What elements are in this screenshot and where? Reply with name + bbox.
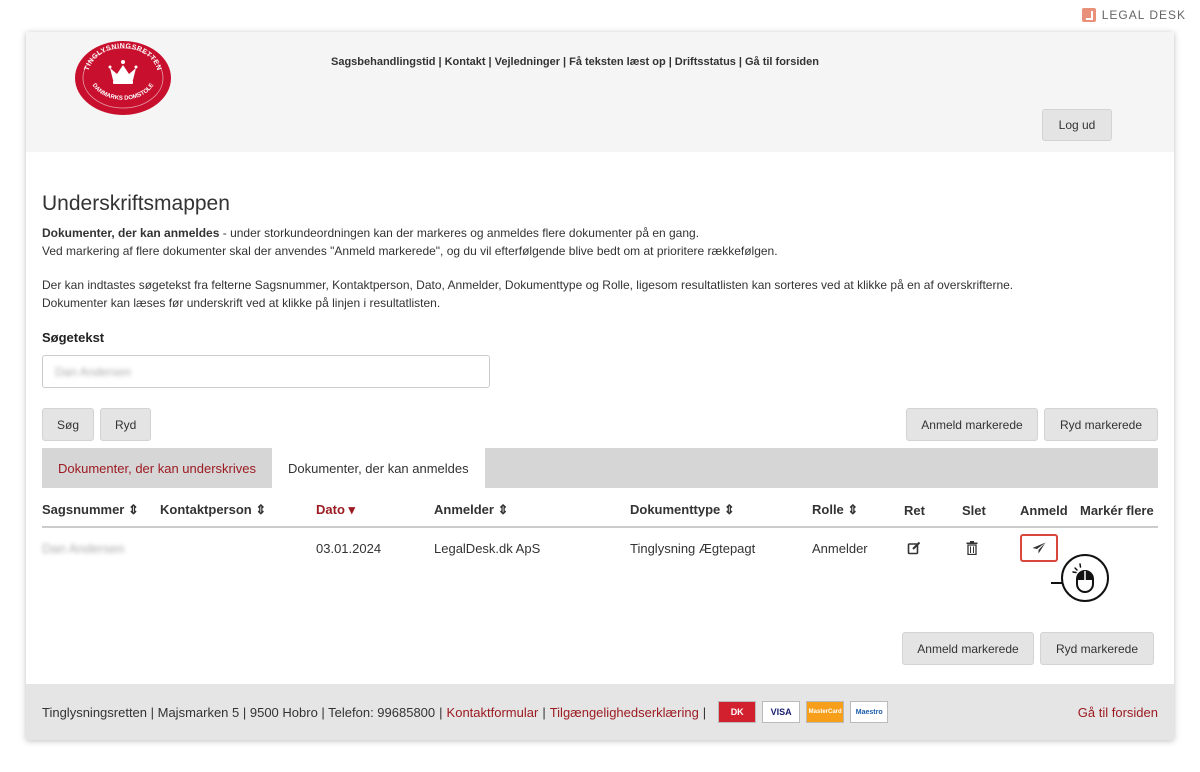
table-header-row: Sagsnummer ⇕ Kontaktperson ⇕ Dato ▾ Anme…: [42, 498, 1158, 528]
mouse-click-indicator: [1061, 554, 1109, 602]
nav-home[interactable]: Gå til forsiden: [745, 56, 819, 68]
trash-icon[interactable]: [962, 538, 982, 558]
column-anmelder[interactable]: Anmelder ⇕: [434, 498, 630, 528]
documents-table: Sagsnummer ⇕ Kontaktperson ⇕ Dato ▾ Anme…: [42, 498, 1158, 572]
nav-sagsbehandlingstid[interactable]: Sagsbehandlingstid: [331, 56, 436, 68]
cell-anmelder: LegalDesk.dk ApS: [434, 540, 541, 556]
site-header: TINGLYSNINGSRETTEN DANMARKS DOMSTOLE Sag…: [26, 32, 1174, 152]
column-slet: Slet: [962, 498, 1020, 528]
clear-search-button[interactable]: Ryd: [100, 408, 152, 441]
column-ret: Ret: [904, 498, 962, 528]
search-label: Søgetekst: [42, 330, 105, 345]
clear-marked-button[interactable]: Ryd markerede: [1044, 408, 1158, 441]
mastercard-card-icon: MasterCard: [806, 701, 845, 723]
search-button[interactable]: Søg: [42, 408, 95, 441]
legal-desk-logo-icon: [1081, 8, 1096, 22]
site-footer: Tinglysningsretten | Majsmarken 5 | 9500…: [26, 684, 1174, 740]
footer-address: Tinglysningsretten | Majsmarken 5 | 9500…: [42, 704, 436, 720]
top-navigation: Sagsbehandlingstid | Kontakt | Vejlednin…: [331, 56, 819, 68]
nav-read-aloud[interactable]: Få teksten læst op: [569, 56, 666, 68]
payment-cards: DK VISA MasterCard Maestro: [718, 701, 889, 723]
intro-bold: Dokumenter, der kan anmeldes: [42, 226, 220, 240]
tab-documents-to-submit[interactable]: Dokumenter, der kan anmeldes: [271, 448, 485, 488]
document-tabs: Dokumenter, der kan underskrives Dokumen…: [42, 448, 1158, 488]
intro-line2: Ved markering af flere dokumenter skal d…: [42, 244, 778, 258]
dankort-card-icon: DK: [718, 701, 757, 723]
visa-card-icon: VISA: [762, 701, 801, 723]
logout-button[interactable]: Log ud: [1042, 109, 1112, 141]
submit-marked-button-bottom[interactable]: Anmeld markerede: [902, 632, 1034, 665]
contact-form-link[interactable]: Kontaktformular: [447, 705, 539, 720]
tab-documents-to-sign[interactable]: Dokumenter, der kan underskrives: [42, 448, 272, 488]
search-input[interactable]: Dan Andersen: [42, 355, 490, 388]
bottom-action-bar: Anmeld markerede Ryd markerede: [902, 632, 1154, 665]
nav-kontakt[interactable]: Kontakt: [445, 56, 486, 68]
column-kontaktperson[interactable]: Kontaktperson ⇕: [160, 498, 316, 528]
footer-home-link[interactable]: Gå til forsiden: [1078, 705, 1158, 720]
maestro-card-icon: Maestro: [850, 701, 889, 723]
nav-driftsstatus[interactable]: Driftsstatus: [675, 56, 736, 68]
action-bar: Søg Ryd Anmeld markerede Ryd markerede: [42, 408, 1158, 442]
legal-desk-brand: LEGAL DESK: [1081, 8, 1186, 22]
submit-marked-button[interactable]: Anmeld markerede: [906, 408, 1038, 441]
clear-marked-button-bottom[interactable]: Ryd markerede: [1040, 632, 1154, 665]
search-value: Dan Andersen: [55, 364, 132, 379]
page-description: Dokumenter, der kan anmeldes - under sto…: [42, 224, 1158, 312]
column-anmeld: Anmeld: [1020, 498, 1080, 528]
tinglysningsretten-seal-logo[interactable]: TINGLYSNINGSRETTEN DANMARKS DOMSTOLE: [74, 40, 172, 116]
table-row[interactable]: Dan Andersen 03.01.2024 LegalDesk.dk ApS…: [42, 527, 1158, 572]
mouse-click-icon: [1072, 563, 1094, 593]
cell-dokumenttype: Tinglysning Ægtepagt: [630, 540, 756, 556]
column-marker-flere: Markér flere: [1080, 498, 1158, 528]
intro-rest: - under storkundeordningen kan der marke…: [219, 226, 700, 240]
column-sagsnummer[interactable]: Sagsnummer ⇕: [42, 498, 160, 528]
submit-document-button[interactable]: [1020, 534, 1058, 562]
page-title: Underskriftsmappen: [42, 192, 230, 215]
read-help: Dokumenter kan læses før underskrift ved…: [42, 296, 441, 310]
main-content: Underskriftsmappen Dokumenter, der kan a…: [26, 192, 1174, 572]
accessibility-link[interactable]: Tilgængelighedserklæring: [550, 705, 699, 720]
browser-frame: TINGLYSNINGSRETTEN DANMARKS DOMSTOLE Sag…: [26, 32, 1174, 740]
cell-kontaktperson: [160, 527, 316, 572]
edit-icon[interactable]: [904, 538, 924, 558]
search-help: Der kan indtastes søgetekst fra felterne…: [42, 278, 1014, 292]
cell-dato: 03.01.2024: [316, 540, 382, 556]
cell-rolle: Anmelder: [812, 540, 868, 556]
nav-vejledninger[interactable]: Vejledninger: [495, 56, 560, 68]
send-icon: [1032, 542, 1046, 554]
cell-sagsnummer: Dan Andersen: [42, 540, 125, 556]
column-dato[interactable]: Dato ▾: [316, 498, 434, 528]
brand-name: LEGAL DESK: [1101, 8, 1186, 22]
column-rolle[interactable]: Rolle ⇕: [812, 498, 904, 528]
column-dokumenttype[interactable]: Dokumenttype ⇕: [630, 498, 812, 528]
